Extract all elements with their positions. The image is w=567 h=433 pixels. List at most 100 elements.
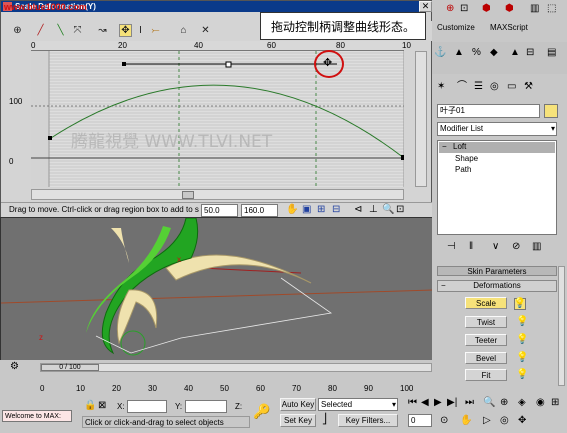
twist-button[interactable]: Twist [465, 316, 507, 328]
object-color-swatch[interactable] [544, 104, 558, 118]
time-config-icon[interactable]: ⊙ [440, 416, 448, 426]
layer-icon[interactable]: ▤ [547, 48, 556, 58]
time-slider[interactable]: 0 / 100 [41, 364, 99, 371]
menu-customize[interactable]: Customize [437, 23, 475, 32]
menu-maxscript[interactable]: MAXScript [490, 23, 528, 32]
select-icon[interactable]: ⬢ [505, 4, 514, 14]
orbit-icon[interactable]: ◉ [536, 398, 545, 408]
play-icon[interactable]: ▶ [434, 398, 442, 408]
display-y-axis-icon[interactable]: ╲ [54, 24, 67, 37]
spinner-snap-icon[interactable]: ◆ [490, 48, 498, 58]
skin-parameters-rollout[interactable]: Skin Parameters [437, 266, 557, 276]
walkthrough-icon[interactable]: ✥ [518, 416, 526, 426]
align-icon[interactable]: ⊟ [526, 48, 534, 58]
selection-icon[interactable]: ⊕ [446, 4, 454, 14]
zoom-horizontal-extents-icon[interactable]: ⊞ [317, 205, 325, 215]
deformation-graph[interactable]: 腾龍視覺 WWW.TLVI.NET [31, 51, 406, 187]
zoom-view-icon[interactable]: 🔍 [483, 398, 495, 408]
hierarchy-tab-icon[interactable]: ☰ [474, 82, 483, 92]
zoom-vertical-extents-icon[interactable]: ⊟ [332, 205, 340, 215]
close-window-button[interactable]: ✕ [419, 1, 432, 12]
set-key-button[interactable]: Set Key [280, 414, 316, 427]
lock-selection-icon[interactable]: 🔒 [84, 401, 96, 411]
key-mode-icon[interactable]: 🔑 [253, 404, 270, 418]
configure-sets-icon[interactable]: ▥ [532, 242, 541, 252]
maximize-viewport-icon[interactable]: ⊞ [551, 398, 559, 408]
maxscript-listener[interactable]: Welcome to MAX: [2, 410, 72, 422]
go-to-start-icon[interactable]: ⏮ [408, 398, 417, 408]
insert-corner-point-icon[interactable]: ⤚ [149, 24, 162, 37]
swap-curves-icon[interactable]: ↝ [96, 24, 109, 37]
bevel-button[interactable]: Bevel [465, 352, 507, 364]
delete-control-point-icon[interactable]: ⌂ [177, 24, 190, 37]
twist-toggle-bulb-icon[interactable]: 💡 [516, 317, 528, 327]
scale-toggle-bulb-icon[interactable]: 💡 [514, 298, 526, 310]
horizontal-scrollbar[interactable] [31, 189, 404, 200]
stack-item-path[interactable]: Path [452, 165, 542, 175]
stack-item-shape[interactable]: Shape [452, 154, 542, 164]
time-slider-track[interactable]: 0 / 100 [40, 363, 432, 372]
zoom-extents-all-icon[interactable]: ◈ [518, 398, 526, 408]
arc-rotate-icon[interactable]: ◎ [500, 416, 509, 426]
modifier-list-dropdown[interactable]: Modifier List ▾ [437, 122, 557, 136]
modify-tab-icon[interactable]: ⌒ [457, 82, 467, 92]
scrollbar-thumb[interactable] [182, 191, 194, 199]
zoom-extents-icon[interactable]: ▣ [302, 205, 311, 215]
selection-set-dropdown[interactable]: Selected ▾ [318, 398, 398, 411]
deformation-curve-svg[interactable]: 腾龍視覺 WWW.TLVI.NET [31, 51, 406, 187]
motion-tab-icon[interactable]: ◎ [490, 82, 499, 92]
mini-curve-editor-icon[interactable]: ⚙ [10, 362, 19, 372]
scale-tool-icon[interactable]: ⊡ [460, 4, 468, 14]
scale-button[interactable]: Scale [465, 297, 507, 309]
zoom-icon[interactable]: 🔍 [382, 205, 394, 215]
zoom-vertically-icon[interactable]: ⊥ [369, 205, 378, 215]
fit-toggle-bulb-icon[interactable]: 💡 [516, 370, 528, 380]
auto-key-button[interactable]: Auto Key [280, 398, 316, 411]
zoom-region-icon[interactable]: ⊡ [396, 205, 404, 215]
create-tab-icon[interactable]: ✶ [437, 82, 445, 92]
make-unique-icon[interactable]: ∨ [492, 242, 499, 252]
absolute-mode-icon[interactable]: ⊠ [98, 401, 106, 411]
key-filters-button[interactable]: Key Filters... [338, 414, 398, 427]
go-to-end-icon[interactable]: ⏭ [465, 398, 474, 408]
pin-stack-icon[interactable]: ⊣ [447, 242, 456, 252]
perspective-viewport[interactable]: z x [0, 217, 434, 361]
teeter-toggle-bulb-icon[interactable]: 💡 [516, 335, 528, 345]
viewport-scene[interactable]: z x [0, 217, 434, 361]
previous-frame-icon[interactable]: ◀ [421, 398, 429, 408]
remove-modifier-icon[interactable]: ⊘ [512, 242, 520, 252]
show-end-result-icon[interactable]: ‖ [469, 242, 473, 252]
fit-button[interactable]: Fit [465, 369, 507, 381]
deformations-rollout[interactable]: − Deformations [437, 280, 557, 292]
percent-snap-icon[interactable]: % [472, 48, 481, 58]
display-tab-icon[interactable]: ▭ [507, 82, 516, 92]
object-name-field[interactable]: 叶子01 [437, 104, 540, 118]
stack-item-loft[interactable]: − Loft [439, 142, 555, 153]
pan-view-icon[interactable]: ✋ [460, 416, 472, 426]
timeline-ruler[interactable]: 0 10 20 30 40 50 60 70 80 90 100 [40, 374, 432, 394]
y-coord-field[interactable] [185, 400, 227, 413]
expand-icon[interactable]: − [442, 142, 447, 151]
display-x-axis-icon[interactable]: ╱ [34, 24, 47, 37]
scale-control-point-icon[interactable]: I [134, 24, 147, 37]
mirror-icon[interactable]: ▲ [510, 48, 520, 58]
link-icon[interactable]: ⚓ [434, 48, 446, 58]
current-frame-field[interactable]: 0 [408, 414, 432, 427]
display-xy-axes-icon[interactable]: ⤧ [71, 24, 84, 37]
zoom-all-icon[interactable]: ⊕ [500, 398, 508, 408]
bevel-toggle-bulb-icon[interactable]: 💡 [516, 353, 528, 363]
move-control-point-icon[interactable]: ✥ [119, 24, 132, 37]
zoom-horizontally-icon[interactable]: ⊲ [354, 205, 362, 215]
angle-snap-icon[interactable]: ▲ [454, 48, 464, 58]
reset-curve-icon[interactable]: ✕ [199, 24, 212, 37]
utilities-tab-icon[interactable]: ⚒ [524, 82, 533, 92]
panel-scrollbar[interactable] [558, 266, 565, 386]
field-of-view-icon[interactable]: ▷ [483, 416, 491, 426]
render-icon[interactable]: ▥ [530, 4, 539, 14]
snap-icon[interactable]: ⬢ [482, 4, 491, 14]
teeter-button[interactable]: Teeter [465, 334, 507, 346]
vertical-value-field[interactable]: 160.0 [241, 204, 278, 217]
horizontal-value-field[interactable]: 50.0 [201, 204, 238, 217]
default-tangent-icon[interactable]: ⎦ [322, 415, 327, 425]
pan-icon[interactable]: ✋ [286, 205, 298, 215]
